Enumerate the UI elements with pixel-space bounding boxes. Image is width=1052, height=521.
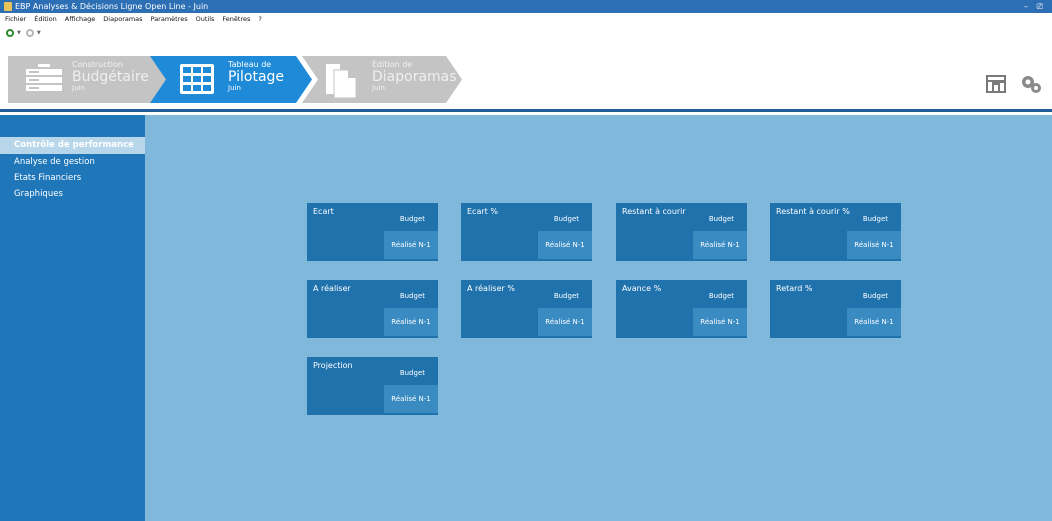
tile-title: Restant à courir (622, 207, 686, 216)
step-sub-label: Juin (372, 84, 385, 92)
menu-edition[interactable]: Édition (34, 13, 57, 25)
tile-budget-button[interactable]: Budget (709, 292, 734, 300)
tile-realise-n1-button[interactable]: Réalisé N-1 (384, 385, 438, 413)
tile-budget-button[interactable]: Budget (400, 215, 425, 223)
tile-ecart[interactable]: Ecart Budget Réalisé N-1 (307, 203, 438, 261)
step-sub-label: Juin (72, 84, 85, 92)
tile-restant-a-courir[interactable]: Restant à courir Budget Réalisé N-1 (616, 203, 747, 261)
tile-budget-button[interactable]: Budget (400, 292, 425, 300)
tile-a-realiser[interactable]: A réaliser Budget Réalisé N-1 (307, 280, 438, 338)
menu-affichage[interactable]: Affichage (65, 13, 96, 25)
main-content: Ecart Budget Réalisé N-1 Ecart % Budget … (145, 115, 1052, 521)
tile-budget-button[interactable]: Budget (554, 215, 579, 223)
tile-budget-button[interactable]: Budget (863, 215, 888, 223)
tile-realise-n1-button[interactable]: Réalisé N-1 (538, 231, 592, 259)
tile-budget-button[interactable]: Budget (863, 292, 888, 300)
database-icon (26, 64, 62, 91)
tile-title: A réaliser (313, 284, 351, 293)
tile-realise-n1-button[interactable]: Réalisé N-1 (693, 308, 747, 336)
app-logo-icon (4, 2, 12, 11)
tile-title: Retard % (776, 284, 813, 293)
tile-realise-n1-button[interactable]: Réalisé N-1 (384, 308, 438, 336)
menu-fichier[interactable]: Fichier (5, 13, 26, 25)
tile-title: A réaliser % (467, 284, 515, 293)
tile-realise-n1-button[interactable]: Réalisé N-1 (847, 308, 901, 336)
tile-budget-button[interactable]: Budget (554, 292, 579, 300)
tile-title: Avance % (622, 284, 662, 293)
sidebar-item-analyse-de-gestion[interactable]: Analyse de gestion (0, 154, 145, 170)
tile-avance-pct[interactable]: Avance % Budget Réalisé N-1 (616, 280, 747, 338)
tile-ecart-pct[interactable]: Ecart % Budget Réalisé N-1 (461, 203, 592, 261)
step-small-label: Édition de (372, 60, 413, 69)
tile-a-realiser-pct[interactable]: A réaliser % Budget Réalisé N-1 (461, 280, 592, 338)
tile-title: Ecart % (467, 207, 498, 216)
menu-bar: Fichier Édition Affichage Diaporamas Par… (0, 13, 1052, 25)
tile-restant-a-courir-pct[interactable]: Restant à courir % Budget Réalisé N-1 (770, 203, 901, 261)
tile-realise-n1-button[interactable]: Réalisé N-1 (847, 231, 901, 259)
settings-gears-icon[interactable] (1020, 74, 1042, 94)
quick-access-bar: ▼ ▼ (0, 25, 1052, 40)
sidebar-item-etats-financiers[interactable]: Etats Financiers (0, 170, 145, 186)
step-small-label: Construction (72, 60, 123, 69)
tile-retard-pct[interactable]: Retard % Budget Réalisé N-1 (770, 280, 901, 338)
menu-outils[interactable]: Outils (196, 13, 215, 25)
tile-realise-n1-button[interactable]: Réalisé N-1 (538, 308, 592, 336)
title-bar: EBP Analyses & Décisions Ligne Open Line… (0, 0, 1052, 13)
grid-table-icon (180, 64, 214, 94)
forward-icon[interactable] (25, 28, 34, 37)
tile-title: Projection (313, 361, 353, 370)
sidebar-item-controle-de-performance[interactable]: Contrôle de performance (0, 137, 145, 154)
tile-realise-n1-button[interactable]: Réalisé N-1 (693, 231, 747, 259)
step-tableau-de-pilotage[interactable]: Tableau de Pilotage Juin (150, 56, 312, 103)
forward-dropdown-icon[interactable]: ▼ (37, 30, 41, 36)
menu-fenetres[interactable]: Fenêtres (222, 13, 250, 25)
tile-title: Restant à courir % (776, 207, 850, 216)
workflow-ribbon: Construction Budgétaire Juin Tableau de … (0, 40, 1052, 112)
back-dropdown-icon[interactable]: ▼ (17, 30, 21, 36)
step-edition-de-diaporamas[interactable]: Édition de Diaporamas Juin (302, 56, 462, 103)
dashboard-icon[interactable] (986, 75, 1006, 93)
sidebar-item-graphiques[interactable]: Graphiques (0, 186, 145, 202)
tile-budget-button[interactable]: Budget (400, 369, 425, 377)
step-construction-budgetaire[interactable]: Construction Budgétaire Juin (8, 56, 168, 103)
step-big-label: Diaporamas (372, 69, 457, 85)
window-controls[interactable]: – ⎚ (1024, 0, 1046, 13)
step-sub-label: Juin (228, 84, 241, 92)
menu-parametres[interactable]: Paramètres (151, 13, 188, 25)
back-icon[interactable] (6, 28, 14, 37)
step-small-label: Tableau de (228, 60, 272, 69)
menu-help[interactable]: ? (258, 13, 261, 25)
tile-projection[interactable]: Projection Budget Réalisé N-1 (307, 357, 438, 415)
menu-diaporamas[interactable]: Diaporamas (103, 13, 142, 25)
ribbon-tools (986, 74, 1042, 94)
tile-title: Ecart (313, 207, 334, 216)
window-title: EBP Analyses & Décisions Ligne Open Line… (15, 2, 209, 11)
tile-realise-n1-button[interactable]: Réalisé N-1 (384, 231, 438, 259)
sidebar: Contrôle de performance Analyse de gesti… (0, 115, 145, 521)
tile-budget-button[interactable]: Budget (709, 215, 734, 223)
document-icon (326, 64, 356, 98)
step-big-label: Pilotage (228, 69, 285, 85)
app-window: EBP Analyses & Décisions Ligne Open Line… (0, 0, 1052, 521)
step-big-label: Budgétaire (72, 69, 149, 85)
